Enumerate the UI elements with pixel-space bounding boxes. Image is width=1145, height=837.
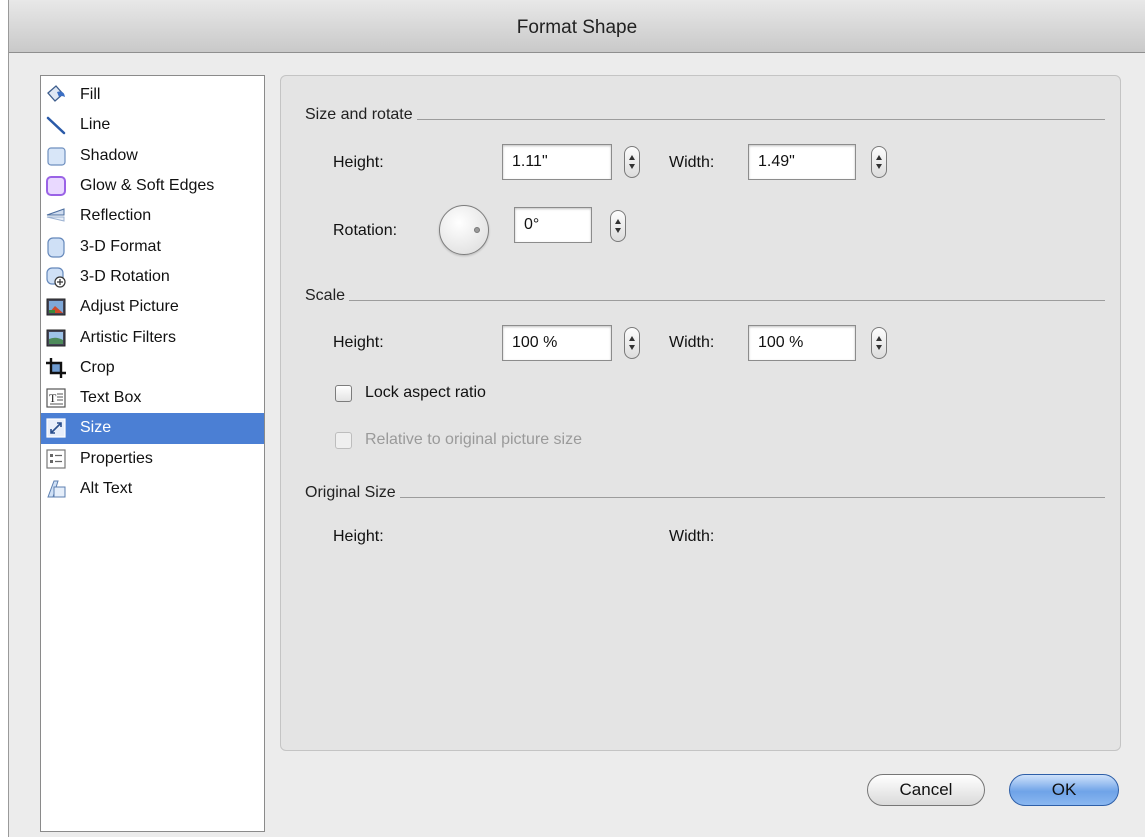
adjust-picture-icon [45, 296, 67, 318]
category-label: Size [80, 419, 112, 437]
3d-rotation-icon [45, 266, 67, 288]
rotation-stepper[interactable] [610, 210, 626, 242]
category-text-box[interactable]: T Text Box [41, 383, 264, 413]
height-label: Height: [333, 154, 384, 171]
width-stepper[interactable] [871, 146, 887, 178]
category-alt-text[interactable]: Alt Text [41, 474, 264, 504]
stepper-up-icon[interactable] [629, 155, 635, 160]
category-glow[interactable]: Glow & Soft Edges [41, 171, 264, 201]
category-properties[interactable]: Properties [41, 444, 264, 474]
category-label: Line [80, 116, 111, 134]
width-input[interactable] [748, 144, 856, 180]
category-label: Artistic Filters [80, 328, 176, 346]
alt-text-icon [45, 478, 67, 500]
category-label: Adjust Picture [80, 298, 179, 316]
category-label: Glow & Soft Edges [80, 177, 215, 195]
stepper-down-icon[interactable] [876, 345, 882, 350]
scale-height-label: Height: [333, 334, 384, 351]
category-label: Text Box [80, 389, 142, 407]
category-3d-format[interactable]: 3-D Format [41, 231, 264, 261]
size-icon [45, 417, 67, 439]
relative-size-checkbox[interactable] [335, 432, 352, 449]
reflection-icon [45, 205, 67, 227]
section-divider [416, 118, 1105, 120]
section-title: Size and rotate [305, 106, 413, 123]
height-input[interactable] [502, 144, 612, 180]
stepper-down-icon[interactable] [629, 345, 635, 350]
category-label: Alt Text [80, 480, 133, 497]
category-fill[interactable]: Fill [41, 80, 264, 110]
crop-icon [45, 357, 67, 379]
stepper-up-icon[interactable] [876, 336, 882, 341]
rotation-label: Rotation: [333, 222, 398, 239]
original-height-label: Height: [333, 528, 384, 545]
category-line[interactable]: Line [41, 110, 264, 140]
format-shape-dialog: Format Shape Fill Line Shadow Glow & Sof… [8, 0, 1145, 837]
properties-icon [45, 448, 67, 470]
category-reflection[interactable]: Reflection [41, 201, 264, 231]
scale-height-input[interactable] [502, 325, 612, 361]
category-artistic-filters[interactable]: Artistic Filters [41, 322, 264, 352]
stepper-down-icon[interactable] [876, 164, 882, 169]
category-label: Properties [80, 449, 153, 467]
section-scale: Scale [305, 287, 1105, 305]
section-divider [399, 496, 1105, 498]
line-icon [45, 114, 67, 136]
height-stepper[interactable] [624, 146, 640, 178]
category-list[interactable]: Fill Line Shadow Glow & Soft Edges Refle… [40, 75, 265, 832]
glow-icon [45, 175, 67, 197]
width-label: Width: [669, 154, 715, 171]
category-label: 3-D Format [80, 237, 161, 255]
category-crop[interactable]: Crop [41, 353, 264, 383]
category-label: 3-D Rotation [80, 267, 170, 285]
cancel-button[interactable]: Cancel [867, 774, 985, 806]
section-title: Scale [305, 287, 346, 304]
text-box-icon: T [45, 387, 67, 409]
lock-aspect-ratio-checkbox[interactable] [335, 385, 352, 402]
scale-height-stepper[interactable] [624, 327, 640, 359]
ok-button[interactable]: OK [1009, 774, 1119, 806]
scale-width-input[interactable] [748, 325, 856, 361]
lock-aspect-ratio-label[interactable]: Lock aspect ratio [365, 384, 486, 402]
original-width-label: Width: [669, 528, 715, 545]
category-label: Reflection [80, 207, 152, 225]
category-label: Crop [80, 358, 115, 376]
dial-knob[interactable] [474, 227, 480, 233]
section-size-and-rotate: Size and rotate [305, 106, 1105, 124]
stepper-up-icon[interactable] [615, 219, 621, 224]
stepper-down-icon[interactable] [615, 228, 621, 233]
svg-text:T: T [49, 391, 57, 405]
section-divider [349, 299, 1105, 301]
scale-width-stepper[interactable] [871, 327, 887, 359]
relative-size-label: Relative to original picture size [365, 431, 582, 448]
shadow-icon [45, 145, 67, 167]
3d-format-icon [45, 236, 67, 258]
scale-width-label: Width: [669, 334, 715, 351]
stepper-up-icon[interactable] [876, 155, 882, 160]
dialog-title: Format Shape [9, 0, 1145, 53]
category-label: Shadow [80, 146, 138, 164]
rotation-input[interactable] [514, 207, 592, 243]
category-shadow[interactable]: Shadow [41, 141, 264, 171]
stepper-up-icon[interactable] [629, 336, 635, 341]
category-label: Fill [80, 86, 101, 104]
rotation-dial[interactable] [439, 205, 489, 255]
category-adjust-picture[interactable]: Adjust Picture [41, 292, 264, 322]
section-title: Original Size [305, 484, 396, 501]
size-panel: Size and rotate Height: Width: Rotation:… [280, 75, 1121, 751]
category-size[interactable]: Size [41, 413, 264, 444]
artistic-filters-icon [45, 327, 67, 349]
stepper-down-icon[interactable] [629, 164, 635, 169]
paint-bucket-icon [45, 84, 67, 106]
section-original-size: Original Size [305, 484, 1105, 502]
category-3d-rotation[interactable]: 3-D Rotation [41, 262, 264, 292]
